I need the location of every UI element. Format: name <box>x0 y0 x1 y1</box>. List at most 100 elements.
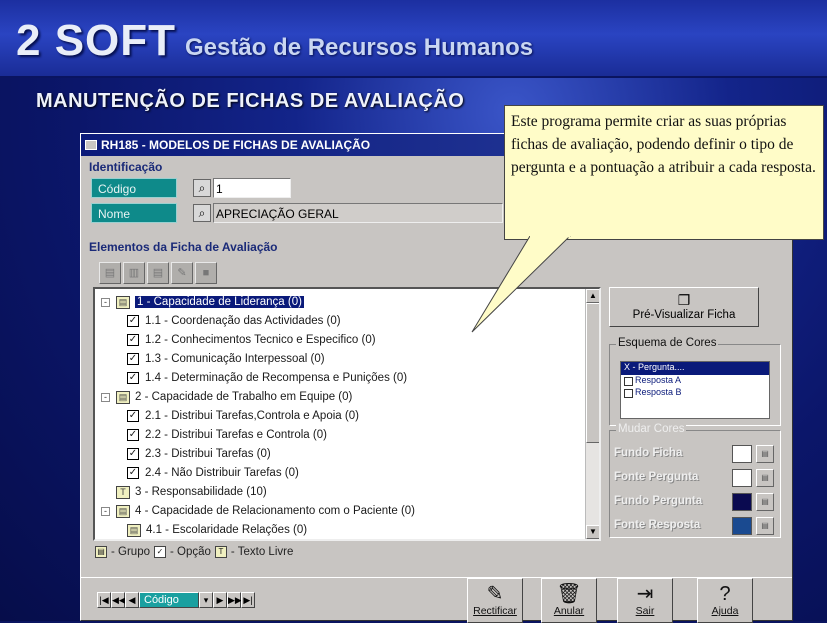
tree-item-label: 1.2 - Conhecimentos Tecnico e Especifico… <box>145 334 376 346</box>
ajuda-button[interactable]: ? Ajuda <box>697 578 753 623</box>
tree-item-label: 2.1 - Distribui Tarefas,Controla e Apoia… <box>145 410 359 422</box>
tree-item[interactable]: ✓ 1.3 - Comunicação Interpessoal (0) <box>127 350 325 368</box>
last-record-icon[interactable]: ▶| <box>241 592 255 608</box>
color-setting-label: Fonte Resposta <box>614 519 701 531</box>
add-text-button[interactable]: ▤ <box>147 262 169 284</box>
help-icon: ? <box>719 583 731 605</box>
color-swatch[interactable] <box>732 445 752 463</box>
checkbox-icon: ✓ <box>127 334 139 346</box>
dropdown-icon[interactable]: ▾ <box>199 592 213 608</box>
tree-item-label: 4 - Capacidade de Relacionamento com o P… <box>135 505 415 517</box>
tree-item[interactable]: ▤ 4.1 - Escolaridade Relações (0) <box>127 521 307 539</box>
codigo-field[interactable]: 1 <box>213 178 291 198</box>
scroll-down-icon[interactable]: ▼ <box>586 525 599 539</box>
esquema-heading: Esquema de Cores <box>616 337 719 349</box>
tree-item[interactable]: ✓ 2.1 - Distribui Tarefas,Controla e Apoi… <box>127 407 359 425</box>
group-icon: ▤ <box>116 390 130 404</box>
preview-label: Pré-Visualizar Ficha <box>632 309 736 321</box>
elements-tree[interactable]: - ▤ 1 - Capacidade de Liderança (0) ✓ 1.1 - … <box>93 287 601 541</box>
search-nome-icon[interactable]: ⌕ <box>193 204 211 222</box>
group-legend-icon: ▤ <box>95 546 107 558</box>
group-icon: ▤ <box>116 504 130 518</box>
tree-scrollbar[interactable]: ▲ ▼ <box>585 289 599 539</box>
tree-item[interactable]: ✓ 2.4 - Não Distribuir Tarefas (0) <box>127 464 299 482</box>
color-picker-button[interactable]: ▤ <box>756 493 774 511</box>
color-swatch[interactable] <box>732 517 752 535</box>
delete-button[interactable]: ■ <box>195 262 217 284</box>
add-option-button[interactable]: ▥ <box>123 262 145 284</box>
tree-item[interactable]: T 3 - Responsabilidade (10) <box>101 483 267 501</box>
record-navigator: |◀ ◀◀ ◀ Código ▾ ▶ ▶▶ ▶| <box>97 592 255 608</box>
group-icon: ▤ <box>127 523 141 537</box>
trash-icon: 🗑 <box>556 583 582 605</box>
mudar-cores-heading: Mudar Cores <box>616 423 687 435</box>
rewind-icon[interactable]: ◀◀ <box>111 592 126 608</box>
header-banner: 2 SOFT Gestão de Recursos Humanos <box>0 0 827 78</box>
fast-forward-icon[interactable]: ▶▶ <box>227 592 242 608</box>
tree-item[interactable]: - ▤ 2 - Capacidade de Trabalho em Equipe (… <box>101 388 352 406</box>
preview-button[interactable]: ❐ Pré-Visualizar Ficha <box>609 287 759 327</box>
tree-item-label: 4.1 - Escolaridade Relações (0) <box>146 524 308 536</box>
text-legend-icon: T <box>214 546 227 558</box>
window-title: RH185 - MODELOS DE FICHAS DE AVALIAÇÃO <box>101 138 371 152</box>
add-group-button[interactable]: ▤ <box>99 262 121 284</box>
color-swatch[interactable] <box>732 493 752 511</box>
tree-item[interactable]: ✓ 1.4 - Determinação de Recompensa e Puni… <box>127 369 407 387</box>
scroll-thumb[interactable] <box>586 303 599 443</box>
sair-label: Sair <box>635 605 655 617</box>
collapse-icon[interactable]: - <box>101 297 110 307</box>
group-icon: ▤ <box>116 295 130 309</box>
codigo-label: Código <box>91 178 177 198</box>
color-swatch[interactable] <box>732 469 752 487</box>
edit-icon: ✎ <box>486 583 504 605</box>
anular-button[interactable]: 🗑 Anular <box>541 578 597 623</box>
color-setting-label: Fonte Pergunta <box>614 471 699 483</box>
preview-icon: ❐ <box>677 292 691 308</box>
wizard-button[interactable]: ✎ <box>171 262 193 284</box>
tree-item[interactable]: - ▤ 4 - Capacidade de Relacionamento com o… <box>101 502 415 520</box>
rectificar-label: Rectificar <box>473 605 517 617</box>
first-record-icon[interactable]: |◀ <box>97 592 111 608</box>
tree-item-label: 1.1 - Coordenação das Actividades (0) <box>145 315 341 327</box>
collapse-icon[interactable]: - <box>101 392 110 402</box>
window-icon <box>85 140 97 150</box>
collapse-icon[interactable]: - <box>101 506 110 516</box>
tree-item-label: 2 - Capacidade de Trabalho em Equipe (0) <box>135 391 353 403</box>
color-scheme-preview: X - Pergunta.... Resposta A Resposta B <box>620 361 770 419</box>
tree-item[interactable]: ✓ 1.2 - Conhecimentos Tecnico e Especific… <box>127 331 376 349</box>
exit-icon: ⇥ <box>636 583 654 605</box>
sort-field-select[interactable]: Código <box>139 592 199 608</box>
brand-logo: 2 SOFT <box>16 16 177 65</box>
checkbox-icon: ✓ <box>127 315 139 327</box>
ajuda-label: Ajuda <box>711 605 739 617</box>
color-picker-button[interactable]: ▤ <box>756 517 774 535</box>
checkbox-icon: ✓ <box>127 410 139 422</box>
tree-item-label: 2.3 - Distribui Tarefas (0) <box>145 448 271 460</box>
color-setting-label: Fundo Ficha <box>614 447 683 459</box>
esquema-cores-group: Esquema de Cores X - Pergunta.... Respos… <box>609 337 781 426</box>
rectificar-button[interactable]: ✎ Rectificar <box>467 578 523 623</box>
tree-item[interactable]: ✓ 2.3 - Distribui Tarefas (0) <box>127 445 271 463</box>
legend-texto: - Texto Livre <box>230 546 294 558</box>
tree-item-label: 1 - Capacidade de Liderança (0) <box>135 296 304 308</box>
tree-item[interactable]: ✓ 1.1 - Coordenação das Actividades (0) <box>127 312 341 330</box>
sair-button[interactable]: ⇥ Sair <box>617 578 673 623</box>
tree-item[interactable]: ✓ 2.2 - Distribui Tarefas e Controla (0) <box>127 426 327 444</box>
checkbox-icon: ✓ <box>127 467 139 479</box>
search-codigo-icon[interactable]: ⌕ <box>193 179 211 197</box>
color-picker-button[interactable]: ▤ <box>756 469 774 487</box>
tree-item-label: 1.3 - Comunicação Interpessoal (0) <box>145 353 325 365</box>
text-item-icon: T <box>116 485 130 499</box>
tree-item-label: 1.4 - Determinação de Recompensa e Puniç… <box>145 372 408 384</box>
scroll-up-icon[interactable]: ▲ <box>586 289 599 303</box>
next-record-icon[interactable]: ▶ <box>213 592 227 608</box>
prev-record-icon[interactable]: ◀ <box>125 592 139 608</box>
elementos-heading: Elementos da Ficha de Avaliação <box>89 240 278 254</box>
nome-field[interactable]: APRECIAÇÃO GERAL <box>213 203 503 223</box>
info-callout: Este programa permite criar as suas próp… <box>504 105 824 240</box>
checkbox-icon: ✓ <box>127 353 139 365</box>
legend-opcao: - Opção <box>170 546 211 558</box>
tree-item[interactable]: - ▤ 1 - Capacidade de Liderança (0) <box>101 293 304 311</box>
legend-grupo: - Grupo <box>111 546 150 558</box>
color-picker-button[interactable]: ▤ <box>756 445 774 463</box>
